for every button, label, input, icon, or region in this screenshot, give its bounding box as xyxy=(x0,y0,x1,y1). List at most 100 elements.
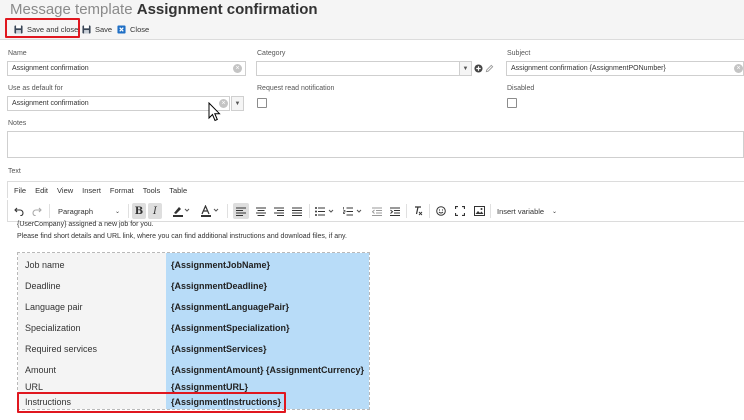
notes-textarea[interactable] xyxy=(7,131,744,158)
outdent-button[interactable] xyxy=(370,203,384,219)
title-bar: Message template Assignment confirmation… xyxy=(0,0,744,40)
row-value-amount: {AssignmentAmount} {AssignmentCurrency} xyxy=(171,365,365,375)
row-label-language-pair: Language pair xyxy=(25,302,83,312)
insert-variable-label: Insert variable xyxy=(497,206,545,216)
menu-tools[interactable]: Tools xyxy=(143,186,161,195)
justify-button[interactable] xyxy=(289,203,305,219)
row-value-specialization: {AssignmentSpecialization} xyxy=(171,323,290,333)
redo-icon xyxy=(32,207,42,216)
row-value-language-pair: {AssignmentLanguagePair} xyxy=(171,302,290,312)
insert-image-button[interactable] xyxy=(471,203,487,219)
use-as-default-dropdown-button[interactable]: ▼ xyxy=(231,96,244,111)
italic-icon: I xyxy=(153,205,157,217)
menu-insert[interactable]: Insert xyxy=(82,186,101,195)
menu-format[interactable]: Format xyxy=(110,186,134,195)
mouse-cursor-icon xyxy=(208,102,221,122)
save-and-close-label: Save and close xyxy=(27,24,79,34)
bold-icon: B xyxy=(134,205,144,217)
close-label: Close xyxy=(130,24,150,34)
align-right-icon xyxy=(274,207,284,216)
clear-subject-icon[interactable]: × xyxy=(734,64,743,73)
text-label: Text xyxy=(8,168,21,175)
clear-name-icon[interactable]: × xyxy=(233,64,242,73)
block-format-select[interactable]: Paragraph ⌄ xyxy=(54,203,124,219)
italic-button[interactable]: I xyxy=(148,203,162,219)
save-and-close-button[interactable]: Save and close xyxy=(14,22,78,36)
use-as-default-label: Use as default for xyxy=(8,85,63,92)
floppy-disk-icon xyxy=(14,24,23,34)
align-right-button[interactable] xyxy=(271,203,287,219)
numbered-list-button[interactable] xyxy=(341,203,365,219)
highlight-color-button[interactable] xyxy=(170,203,192,219)
name-label: Name xyxy=(8,50,27,57)
outdent-icon xyxy=(372,207,382,216)
align-center-button[interactable] xyxy=(253,203,269,219)
numbered-list-icon xyxy=(343,206,362,215)
row-label-required-services: Required services xyxy=(25,344,98,354)
bullet-list-button[interactable] xyxy=(313,203,337,219)
row-value-job-name: {AssignmentJobName} xyxy=(171,260,271,270)
text-color-icon xyxy=(201,205,219,217)
undo-icon xyxy=(14,207,24,216)
save-button[interactable]: Save xyxy=(82,22,112,36)
save-label: Save xyxy=(95,24,113,34)
name-input-value: Assignment confirmation xyxy=(12,65,89,72)
bullet-list-icon xyxy=(315,206,334,216)
indent-icon xyxy=(390,207,400,216)
title-prefix: Message template xyxy=(10,1,133,18)
menu-file[interactable]: File xyxy=(14,186,26,195)
add-category-icon[interactable] xyxy=(474,64,483,73)
name-input[interactable]: Assignment confirmation xyxy=(7,61,246,76)
toolbar-divider xyxy=(309,204,310,218)
request-read-notification-checkbox[interactable] xyxy=(257,98,267,108)
row-value-required-services: {AssignmentServices} xyxy=(171,344,267,354)
text-color-button[interactable] xyxy=(198,203,222,219)
disabled-checkbox[interactable] xyxy=(507,98,517,108)
fullscreen-button[interactable] xyxy=(452,203,468,219)
row-label-deadline: Deadline xyxy=(25,281,61,291)
row-label-amount: Amount xyxy=(25,365,57,375)
emoticons-button[interactable] xyxy=(433,203,449,219)
align-left-button[interactable] xyxy=(233,203,249,219)
chevron-down-icon: ▼ xyxy=(234,100,241,107)
notes-label: Notes xyxy=(8,120,27,127)
page-title: Message template Assignment confirmation xyxy=(10,1,318,19)
toolbar-divider xyxy=(429,204,430,218)
redo-button[interactable] xyxy=(30,203,44,219)
toolbar-divider xyxy=(406,204,407,218)
smiley-icon xyxy=(436,206,446,216)
block-format-value: Paragraph xyxy=(58,206,94,216)
category-select[interactable] xyxy=(256,61,460,76)
row-label-specialization: Specialization xyxy=(25,323,81,333)
undo-button[interactable] xyxy=(12,203,26,219)
subject-label: Subject xyxy=(507,50,531,57)
bold-button[interactable]: B xyxy=(132,203,146,219)
editor-toolbar: Paragraph ⌄ B I Insert variable ⌄ xyxy=(7,200,744,222)
toolbar-divider xyxy=(49,204,50,218)
clear-formatting-icon xyxy=(415,206,423,216)
chevron-down-icon: ⌄ xyxy=(114,208,120,215)
disabled-label: Disabled xyxy=(507,85,535,92)
menu-table[interactable]: Table xyxy=(169,186,187,195)
insert-variable-dropdown[interactable]: Insert variable ⌄ xyxy=(494,203,560,219)
row-value-url: {AssignmentURL} xyxy=(171,382,249,392)
title-name: Assignment confirmation xyxy=(136,1,318,18)
close-button[interactable]: Close xyxy=(117,22,149,36)
edit-category-icon[interactable] xyxy=(485,64,494,73)
category-dropdown-button[interactable]: ▼ xyxy=(459,61,472,76)
clear-formatting-button[interactable] xyxy=(410,203,426,219)
fullscreen-icon xyxy=(455,206,465,216)
content-line-1: {UserCompany} assigned a new job for you… xyxy=(17,221,154,228)
subject-input[interactable]: Assignment confirmation {AssignmentPONum… xyxy=(506,61,744,76)
image-icon xyxy=(473,206,485,216)
menu-view[interactable]: View xyxy=(57,186,73,195)
menu-edit[interactable]: Edit xyxy=(35,186,48,195)
floppy-disk-icon xyxy=(82,24,91,34)
indent-button[interactable] xyxy=(388,203,402,219)
chevron-down-icon: ▼ xyxy=(462,65,469,72)
use-as-default-select[interactable]: Assignment confirmation xyxy=(7,96,230,111)
highlighter-icon xyxy=(173,207,190,217)
chevron-down-icon: ⌄ xyxy=(551,208,557,215)
row-label-job-name: Job name xyxy=(25,260,65,270)
row-label-instructions: Instructions xyxy=(25,397,72,407)
